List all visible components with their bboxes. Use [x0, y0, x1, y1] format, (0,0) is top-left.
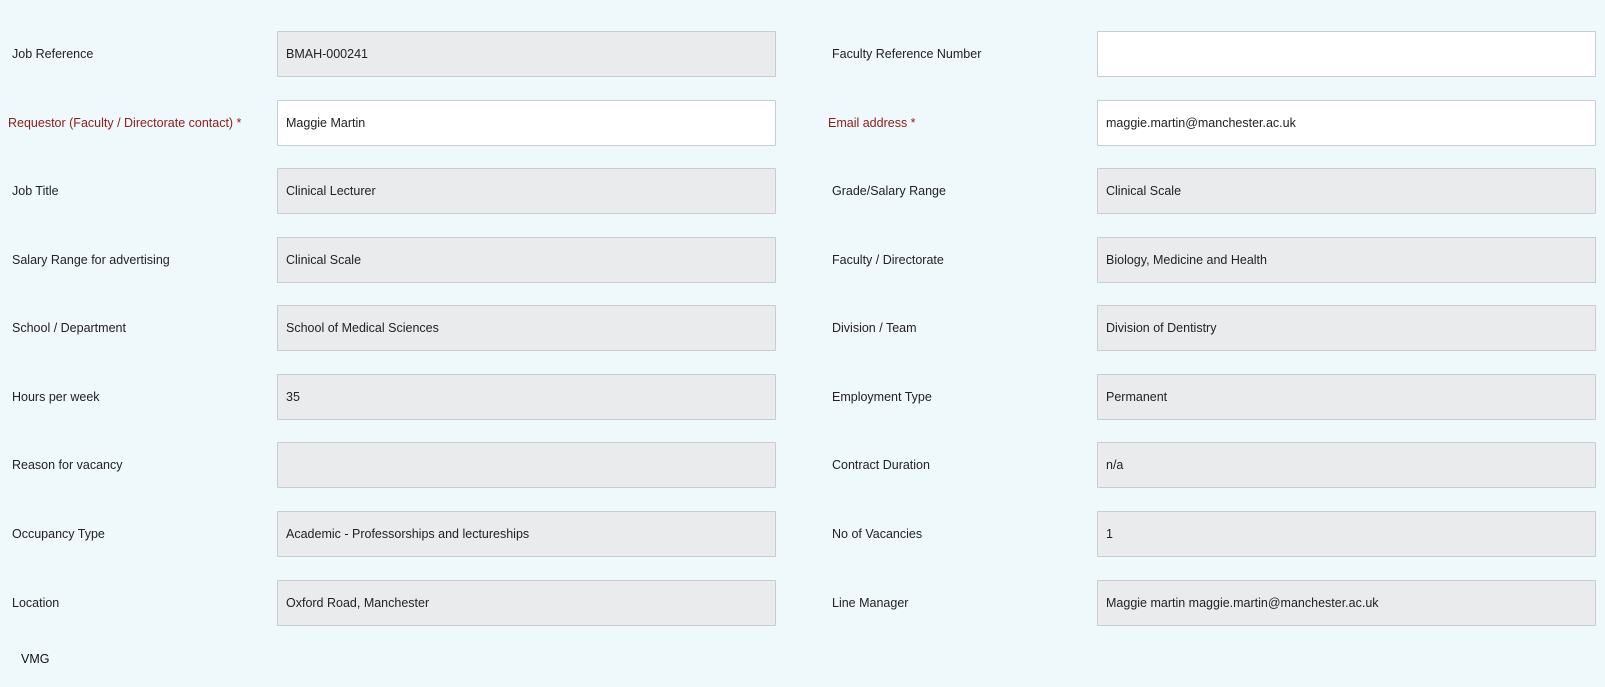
email-address-input[interactable]: maggie.martin@manchester.ac.uk: [1097, 100, 1596, 146]
employment-type-label: Employment Type: [832, 390, 932, 404]
salary-range-advertising-label: Salary Range for advertising: [12, 253, 170, 267]
line-manager-label: Line Manager: [832, 596, 909, 610]
hours-per-week-label: Hours per week: [12, 390, 100, 404]
reason-for-vacancy-field: [277, 442, 776, 488]
faculty-reference-number-input[interactable]: [1097, 31, 1596, 77]
faculty-directorate-field: Biology, Medicine and Health: [1097, 237, 1596, 283]
location-label: Location: [12, 596, 60, 610]
form-row-school-department: School / Department School of Medical Sc…: [0, 305, 1605, 351]
division-team-field: Division of Dentistry: [1097, 305, 1596, 351]
form-row-job-reference: Job Reference BMAH-000241 Faculty Refere…: [0, 31, 1605, 77]
school-department-label: School / Department: [12, 321, 126, 335]
vmg-section-label: VMG: [21, 652, 50, 666]
form-row-hours: Hours per week 35 Employment Type Perman…: [0, 374, 1605, 420]
division-team-label: Division / Team: [832, 321, 917, 335]
form-row-requestor: Requestor (Faculty / Directorate contact…: [0, 100, 1605, 146]
hours-per-week-field: 35: [277, 374, 776, 420]
occupancy-type-label: Occupancy Type: [12, 527, 105, 541]
faculty-reference-number-label: Faculty Reference Number: [832, 47, 982, 61]
job-title-field: Clinical Lecturer: [277, 168, 776, 214]
contract-duration-label: Contract Duration: [832, 458, 930, 472]
no-of-vacancies-label: No of Vacancies: [832, 527, 923, 541]
job-title-label: Job Title: [12, 184, 59, 198]
job-reference-field: BMAH-000241: [277, 31, 776, 77]
faculty-directorate-label: Faculty / Directorate: [832, 253, 944, 267]
occupancy-type-field: Academic - Professorships and lectureshi…: [277, 511, 776, 557]
employment-type-field: Permanent: [1097, 374, 1596, 420]
form-row-occupancy: Occupancy Type Academic - Professorships…: [0, 511, 1605, 557]
no-of-vacancies-field: 1: [1097, 511, 1596, 557]
grade-salary-range-field: Clinical Scale: [1097, 168, 1596, 214]
form-row-reason: Reason for vacancy Contract Duration n/a: [0, 442, 1605, 488]
form-row-location: Location Oxford Road, Manchester Line Ma…: [0, 580, 1605, 626]
contract-duration-field: n/a: [1097, 442, 1596, 488]
requestor-label: Requestor (Faculty / Directorate contact…: [8, 116, 242, 130]
school-department-field: School of Medical Sciences: [277, 305, 776, 351]
salary-range-advertising-field: Clinical Scale: [277, 237, 776, 283]
grade-salary-range-label: Grade/Salary Range: [832, 184, 946, 198]
requestor-input[interactable]: Maggie Martin: [277, 100, 776, 146]
reason-for-vacancy-label: Reason for vacancy: [12, 458, 123, 472]
job-reference-label: Job Reference: [12, 47, 94, 61]
location-field: Oxford Road, Manchester: [277, 580, 776, 626]
form-row-salary-advertising: Salary Range for advertising Clinical Sc…: [0, 237, 1605, 283]
line-manager-field: Maggie martin maggie.martin@manchester.a…: [1097, 580, 1596, 626]
form-row-job-title: Job Title Clinical Lecturer Grade/Salary…: [0, 168, 1605, 214]
email-address-label: Email address *: [828, 116, 916, 130]
